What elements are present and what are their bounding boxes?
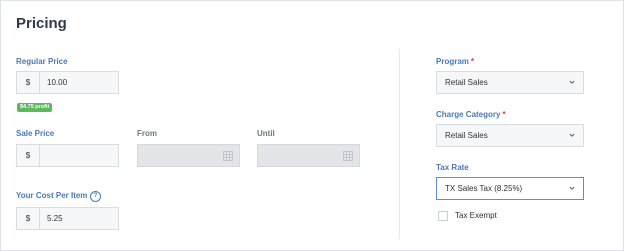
regular-price-value: 10.00 [47,78,68,87]
regular-price-label: Regular Price [16,57,68,66]
currency-prefix: $ [17,208,40,229]
sale-price-input[interactable]: $ [16,144,119,167]
calendar-icon[interactable] [343,151,353,161]
until-date-input[interactable] [257,144,360,167]
charge-category-label: Charge Category * [436,110,506,119]
tax-exempt-label[interactable]: Tax Exempt [455,211,497,220]
profit-badge: $4.75 profit [17,103,53,112]
sale-price-label: Sale Price [16,129,55,138]
chevron-down-icon [569,80,575,84]
tax-rate-select[interactable]: TX Sales Tax (8.25%) [436,177,584,200]
cost-per-item-label: Your Cost Per Item [16,191,88,200]
from-date-input[interactable] [137,144,240,167]
tax-exempt-checkbox[interactable] [438,211,448,221]
chevron-down-icon [569,133,575,137]
cost-per-item-input[interactable]: $ 5.25 [16,207,119,230]
currency-prefix: $ [17,145,40,166]
program-label: Program * [436,57,475,66]
program-value: Retail Sales [445,78,488,87]
charge-category-value: Retail Sales [445,131,488,140]
tax-rate-value: TX Sales Tax (8.25%) [445,184,523,193]
regular-price-input[interactable]: $ 10.00 [16,71,119,94]
cost-per-item-value: 5.25 [47,214,63,223]
help-icon[interactable]: ? [90,191,101,202]
chevron-down-icon [569,186,575,190]
currency-prefix: $ [17,72,40,93]
required-mark: * [502,110,506,119]
tax-rate-label: Tax Rate [436,163,469,172]
section-title: Pricing [16,15,67,32]
from-label: From [137,129,157,138]
pricing-panel: Pricing Regular Price $ 10.00 $4.75 prof… [0,0,624,251]
required-mark: * [470,57,475,66]
column-divider [399,49,400,239]
charge-category-select[interactable]: Retail Sales [436,124,584,147]
calendar-icon[interactable] [223,151,233,161]
program-select[interactable]: Retail Sales [436,71,584,94]
until-label: Until [257,129,275,138]
